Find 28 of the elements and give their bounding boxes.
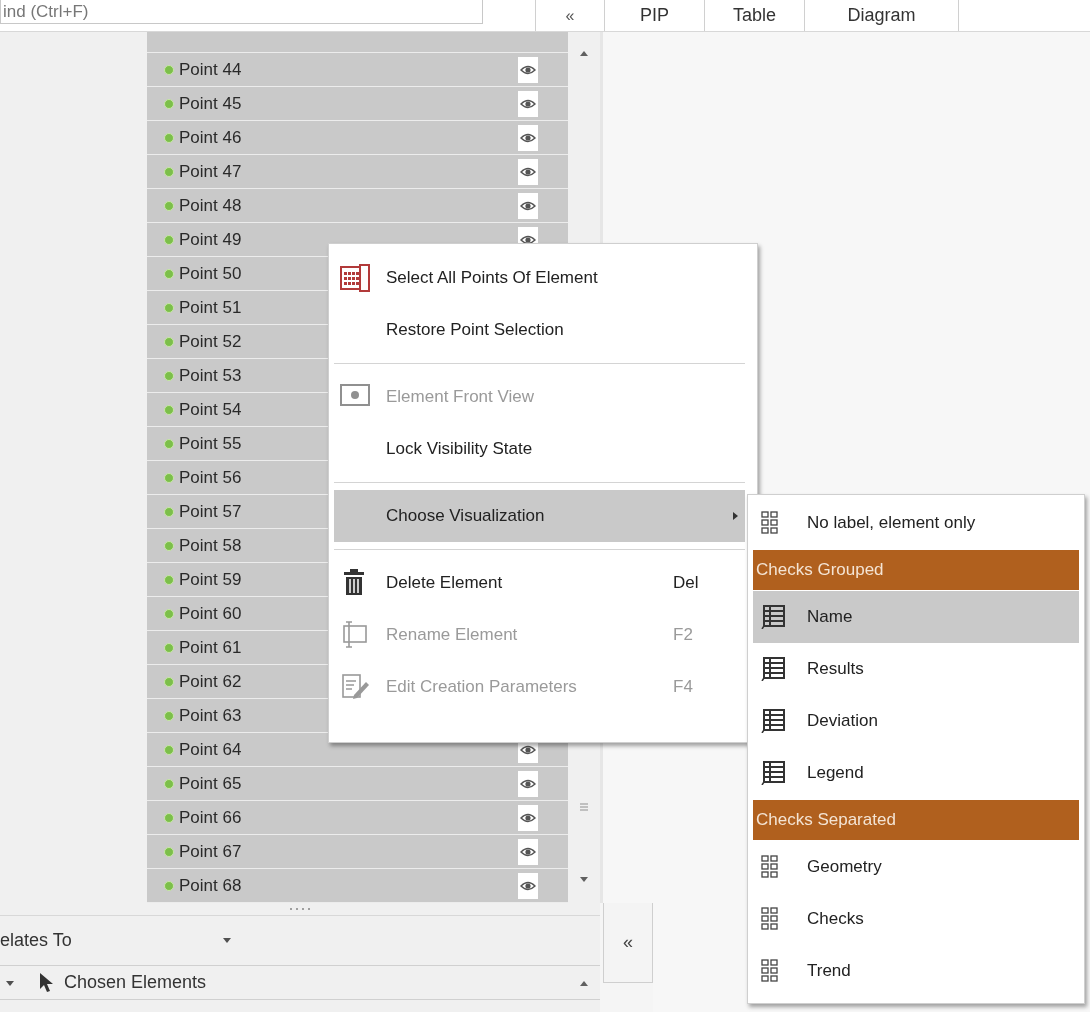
point-name: Point 46	[179, 127, 242, 148]
point-name: Point 63	[179, 705, 242, 726]
point-name: Point 60	[179, 603, 242, 624]
dropdown-value: elates To	[0, 930, 73, 951]
point-name: Point 61	[179, 637, 242, 658]
point-name: Point 44	[179, 59, 242, 80]
point-name: Point 56	[179, 467, 242, 488]
point-name: Point 54	[179, 399, 242, 420]
point-name: Point 64	[179, 739, 242, 760]
point-name: Point 66	[179, 807, 242, 828]
point-name: Point 57	[179, 501, 242, 522]
point-name: Point 45	[179, 93, 242, 114]
point-name: Point 58	[179, 535, 242, 556]
point-name: Point 50	[179, 263, 242, 284]
point-name: Point 65	[179, 773, 242, 794]
point-name: Point 68	[179, 875, 242, 896]
point-name: Point 48	[179, 195, 242, 216]
point-name: Point 59	[179, 569, 242, 590]
point-name: Point 55	[179, 433, 242, 454]
point-name: Point 52	[179, 331, 242, 352]
section-header: Checks Grouped	[753, 550, 1079, 590]
point-name: Point 49	[179, 229, 242, 250]
point-name: Point 62	[179, 671, 242, 692]
point-name: Point 53	[179, 365, 242, 386]
section-header: Checks Separated	[753, 800, 1079, 840]
point-name: Point 51	[179, 297, 242, 318]
point-name: Point 67	[179, 841, 242, 862]
point-name: Point 47	[179, 161, 242, 182]
